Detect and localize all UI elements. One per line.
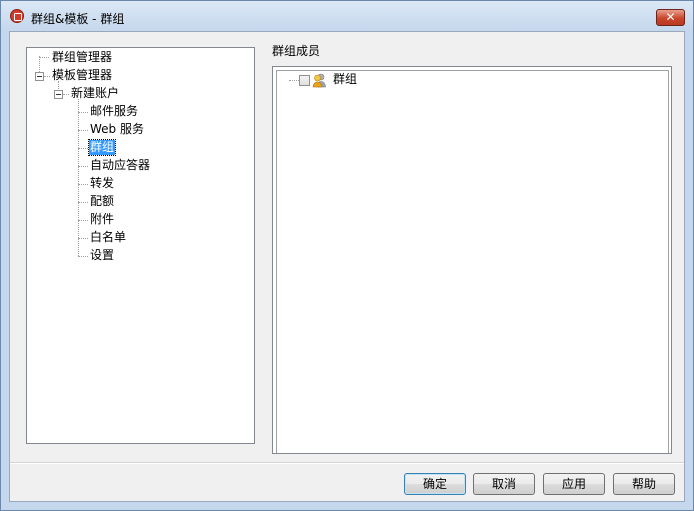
app-logo-icon xyxy=(10,9,24,23)
apply-button[interactable]: 应用 xyxy=(543,473,605,495)
group-member-checkbox[interactable] xyxy=(299,75,310,86)
tree-item-web-service[interactable]: Web 服务 xyxy=(89,122,145,137)
tree-item-groups[interactable]: 群组 xyxy=(87,139,117,156)
user-group-icon xyxy=(312,73,326,88)
ok-button[interactable]: 确定 xyxy=(404,473,466,495)
tree-item-forwarding[interactable]: 转发 xyxy=(89,176,115,191)
tree-item-whitelist[interactable]: 白名单 xyxy=(89,230,127,245)
close-button[interactable]: ✕ xyxy=(656,9,685,26)
tree-item-quota[interactable]: 配额 xyxy=(89,194,115,209)
group-member-label[interactable]: 群组 xyxy=(332,72,358,87)
dialog-body: 群组管理器 模板管理器 新建账户 邮件服务 Web 服务 群组 自动应答器 转发… xyxy=(9,31,685,502)
collapse-toggle-icon[interactable] xyxy=(54,90,63,99)
tree-connector xyxy=(78,202,88,203)
cancel-button[interactable]: 取消 xyxy=(473,473,535,495)
tree-connector xyxy=(39,57,49,58)
tree-connector xyxy=(78,220,88,221)
tree-item-settings[interactable]: 设置 xyxy=(89,248,115,263)
members-list[interactable]: 群组 xyxy=(272,66,672,454)
collapse-toggle-icon[interactable] xyxy=(35,72,44,81)
button-separator xyxy=(10,462,684,464)
tree-connector xyxy=(78,130,88,131)
window-title: 群组&模板 - 群组 xyxy=(31,12,125,26)
settings-tree[interactable]: 群组管理器 模板管理器 新建账户 邮件服务 Web 服务 群组 自动应答器 转发… xyxy=(26,47,255,444)
tree-item-group-manager[interactable]: 群组管理器 xyxy=(51,50,113,65)
tree-connector xyxy=(78,256,88,257)
help-button[interactable]: 帮助 xyxy=(613,473,675,495)
tree-item-autoresponder[interactable]: 自动应答器 xyxy=(89,158,151,173)
tree-item-attachments[interactable]: 附件 xyxy=(89,212,115,227)
tree-connector xyxy=(78,184,88,185)
title-bar[interactable]: 群组&模板 - 群组 ✕ xyxy=(1,1,693,31)
tree-item-new-account[interactable]: 新建账户 xyxy=(70,86,120,101)
tree-connector xyxy=(78,238,88,239)
tree-connector xyxy=(44,76,50,77)
members-list-inner: 群组 xyxy=(276,70,669,453)
members-heading: 群组成员 xyxy=(272,44,321,58)
dialog-window: 群组&模板 - 群组 ✕ 群组管理器 模板管理器 新建账户 邮件服务 Web 服… xyxy=(0,0,694,511)
tree-connector xyxy=(63,94,69,95)
tree-connector xyxy=(289,80,299,81)
tree-connector xyxy=(78,148,88,149)
tree-item-mail-service[interactable]: 邮件服务 xyxy=(89,104,139,119)
tree-connector xyxy=(78,112,88,113)
tree-connector xyxy=(78,166,88,167)
tree-item-template-manager[interactable]: 模板管理器 xyxy=(51,68,113,83)
tree-connector xyxy=(78,99,79,256)
